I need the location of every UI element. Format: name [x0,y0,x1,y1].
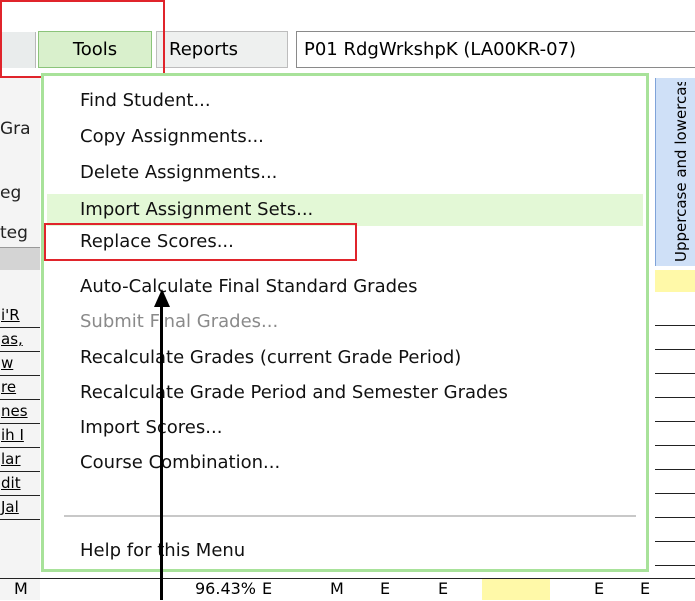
student-row[interactable]: dit [0,472,40,496]
menu-item-find-student[interactable]: Find Student... [47,85,643,117]
annotation-arrow-shaft [160,305,163,600]
grade-cell[interactable]: M [14,579,28,599]
row-line [655,325,695,326]
grade-cell[interactable]: E [438,579,448,599]
row-line [655,469,695,470]
grid-header-label: eg [0,183,22,203]
grade-cell[interactable]: E [262,579,272,599]
row-line [655,565,695,566]
student-row[interactable]: Jal [0,496,40,520]
menu-item-course-combination[interactable]: Course Combination... [47,447,643,479]
student-row[interactable]: nes [0,400,40,424]
student-row[interactable]: i'R [0,304,40,328]
menu-item-import-assignment-sets[interactable]: Import Assignment Sets... [47,194,643,226]
grid-header-label: Gra [0,119,31,139]
row-line [655,421,695,422]
row-line [655,397,695,398]
student-row[interactable]: lar [0,448,40,472]
standard-column-header-label: Uppercase and lowercase [672,82,690,262]
score-cell-highlight [655,270,695,292]
menu-item-help-for-this-menu[interactable]: Help for this Menu [47,535,643,567]
menu-item-import-scores[interactable]: Import Scores... [47,412,643,444]
tools-dropdown-menu: Find Student... Copy Assignments... Dele… [41,73,649,572]
grid-divider-bar [0,247,40,270]
menu-separator [64,515,636,517]
row-line [655,349,695,350]
student-row[interactable]: as, [0,328,40,352]
row-line [655,445,695,446]
menu-item-auto-calculate-final-standard-grades[interactable]: Auto-Calculate Final Standard Grades [47,271,643,303]
tools-annotation-box [0,0,165,78]
student-row[interactable]: re [0,376,40,400]
student-rows: i'R as, w re nes ih I lar dit Jal [0,304,40,520]
grade-percent-cell: 96.43% [195,579,257,598]
menu-item-recalculate-grade-period-and-semester[interactable]: Recalculate Grade Period and Semester Gr… [47,377,643,409]
grade-summary-row: M 96.43% E M E E E E [0,578,695,601]
student-row[interactable]: ih I [0,424,40,448]
row-line [655,493,695,494]
grade-cell[interactable]: E [640,579,650,599]
row-line [655,517,695,518]
row-line [655,373,695,374]
import-assignment-sets-annotation-box [44,223,357,261]
menu-item-recalculate-grades-current-period[interactable]: Recalculate Grades (current Grade Period… [47,342,643,374]
annotation-arrow-icon [154,289,170,307]
row-line [655,541,695,542]
course-selector[interactable]: P01 RdgWrkshpK (LA00KR-07) [296,31,695,68]
menu-item-copy-assignments[interactable]: Copy Assignments... [47,121,643,153]
reports-menu-button[interactable]: Reports [156,31,288,68]
grade-cell[interactable]: E [594,579,604,599]
menu-item-delete-assignments[interactable]: Delete Assignments... [47,157,643,189]
student-row[interactable]: w [0,352,40,376]
grade-cell[interactable]: M [330,579,344,599]
menu-item-submit-final-grades: Submit Final Grades... [80,311,279,332]
grade-cell[interactable]: E [380,579,390,599]
